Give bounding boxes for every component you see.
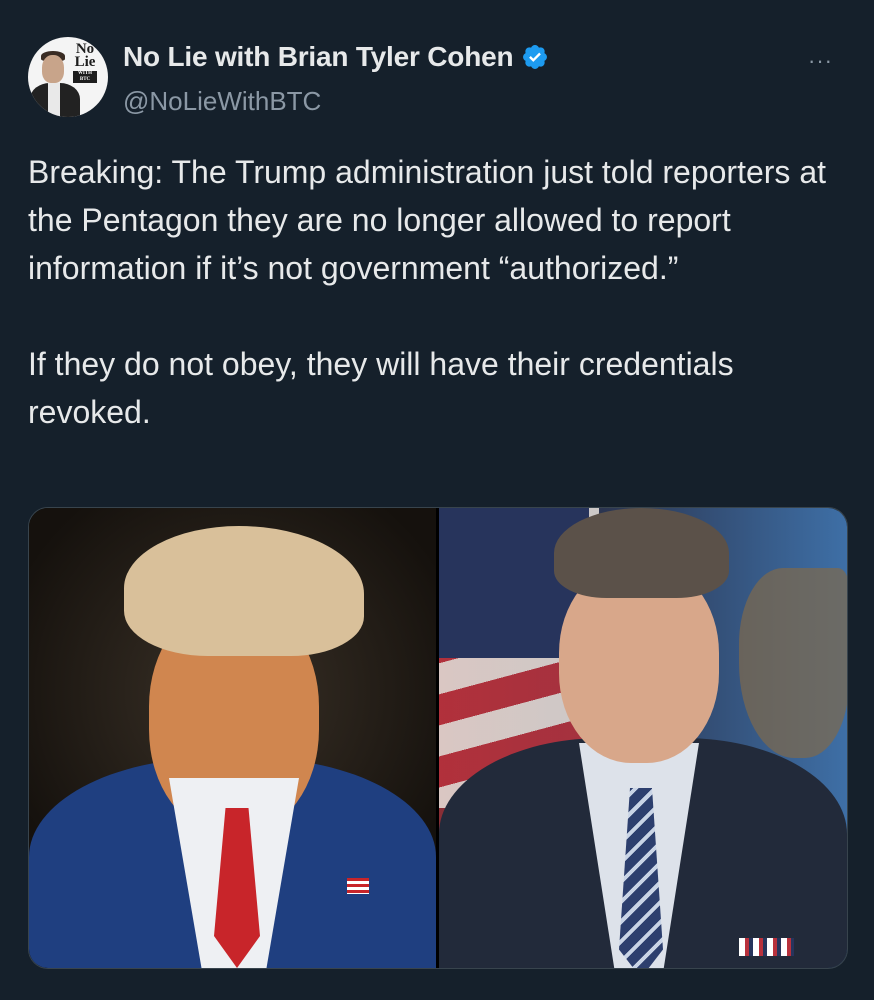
media-photo-left[interactable] — [29, 508, 436, 968]
author-avatar[interactable]: No Lie WITH BTC — [28, 37, 108, 117]
seal-flag-backdrop — [739, 568, 847, 758]
avatar-person-head — [42, 55, 64, 83]
left-portrait-hair — [124, 526, 364, 656]
pocket-square — [739, 938, 794, 956]
verified-badge-icon[interactable] — [521, 43, 549, 71]
author-display-name[interactable]: No Lie with Brian Tyler Cohen — [123, 41, 514, 73]
tweet-media[interactable] — [28, 507, 848, 969]
right-portrait-hair — [554, 508, 729, 598]
avatar-person-shirt — [48, 83, 60, 117]
author-name-row: No Lie with Brian Tyler Cohen — [123, 41, 549, 73]
media-photo-right[interactable] — [439, 508, 847, 968]
tweet-text: Breaking: The Trump administration just … — [28, 154, 826, 430]
avatar-logo-line2: Lie — [74, 54, 96, 70]
avatar-logo: No Lie WITH BTC — [70, 42, 100, 83]
avatar-logo-sub: WITH BTC — [73, 71, 97, 83]
flag-pin-icon — [347, 878, 369, 894]
author-handle[interactable]: @NoLieWithBTC — [123, 86, 321, 117]
more-options-icon[interactable]: ··· — [808, 48, 833, 74]
